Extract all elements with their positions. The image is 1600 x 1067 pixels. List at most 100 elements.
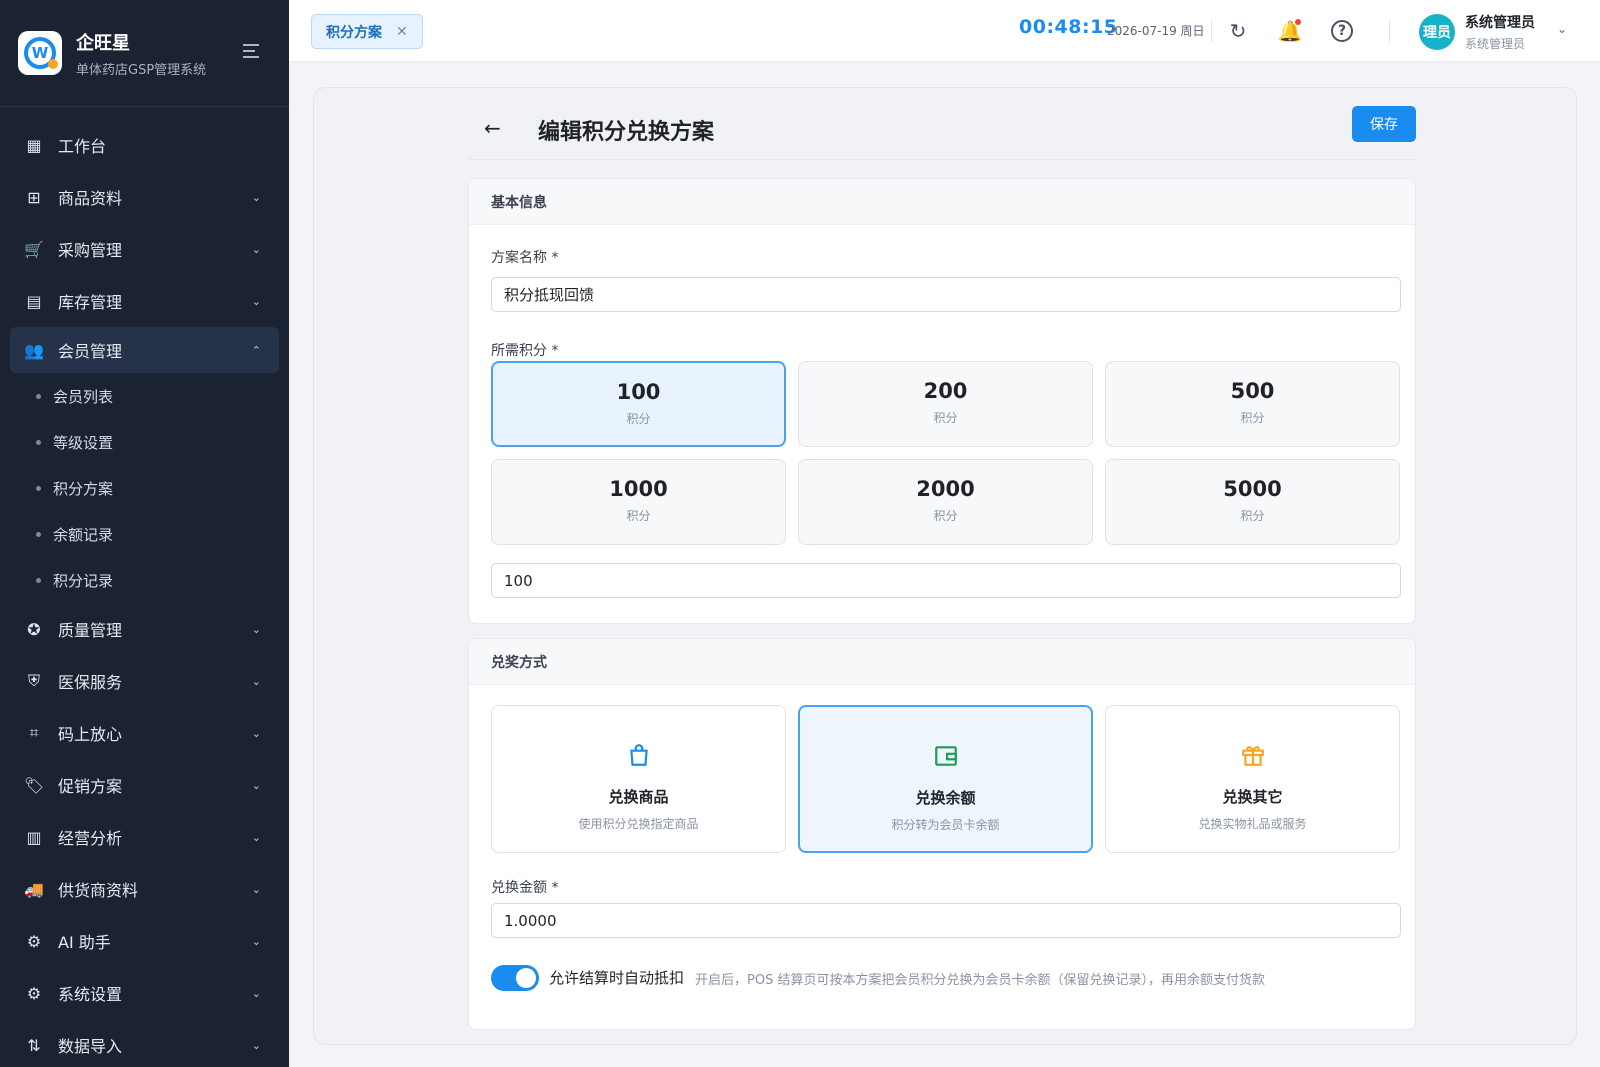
sidebar-subitem-member-list[interactable]: 会员列表 xyxy=(0,373,289,419)
mode-exchange-balance[interactable]: 兑换余额 积分转为会员卡余额 xyxy=(798,705,1093,853)
cart-icon: 🛒 xyxy=(24,239,44,259)
amount-label: 兑换金额 * xyxy=(491,880,559,896)
robot-icon: ⚙ xyxy=(26,931,42,951)
inventory-icon: ▤ xyxy=(26,291,42,311)
page-title: 编辑积分兑换方案 xyxy=(538,120,715,145)
sidebar-item-promotions[interactable]: 🏷 促销方案 ⌄ xyxy=(0,759,289,811)
points-option-value: 1000 xyxy=(609,477,668,501)
sidebar-item-inventory[interactable]: ▤ 库存管理 ⌄ xyxy=(0,275,289,327)
sidebar-item-quality[interactable]: ✪ 质量管理 ⌄ xyxy=(0,603,289,655)
sidebar-item-workbench[interactable]: ▦ 工作台 xyxy=(0,119,289,171)
mode-title: 兑换商品 xyxy=(608,788,669,806)
sidebar-subitem-label: 等级设置 xyxy=(53,433,114,452)
sidebar-subitem-points-records[interactable]: 积分记录 xyxy=(0,557,289,603)
user-name[interactable]: 系统管理员 xyxy=(1465,12,1535,32)
save-button[interactable]: 保存 xyxy=(1352,106,1416,142)
divider xyxy=(1211,20,1212,42)
sidebar-subitem-label: 积分记录 xyxy=(53,571,114,590)
sidebar-subitem-level-settings[interactable]: 等级设置 xyxy=(0,419,289,465)
sidebar-item-purchase[interactable]: 🛒 采购管理 ⌄ xyxy=(0,223,289,275)
chevron-down-icon: ⌄ xyxy=(251,778,261,792)
user-role: 系统管理员 xyxy=(1465,37,1526,51)
points-option-2000[interactable]: 2000 积分 xyxy=(798,459,1093,545)
tab-label: 积分方案 xyxy=(326,24,382,41)
sidebar-item-label: 工作台 xyxy=(58,137,107,156)
basic-info-section: 基本信息 方案名称 * 所需积分 * 100 积分 200 积分 500 积分 … xyxy=(468,178,1416,624)
main-panel: ← 编辑积分兑换方案 保存 基本信息 方案名称 * 所需积分 * 100 积分 … xyxy=(313,87,1577,1045)
settings-icon: ⚙ xyxy=(26,983,42,1003)
points-option-unit: 积分 xyxy=(1240,411,1265,425)
page-header: ← 编辑积分兑换方案 保存 xyxy=(468,106,1416,160)
tab-points-plan[interactable]: 积分方案 ✕ xyxy=(311,14,423,49)
sidebar-item-label: 促销方案 xyxy=(58,777,123,796)
auto-deduct-hint: 开启后，POS 结算页可按本方案把会员积分兑换为会员卡余额（保留兑换记录），再用… xyxy=(695,973,1265,988)
sidebar-item-label: AI 助手 xyxy=(58,933,111,952)
points-input[interactable] xyxy=(491,563,1401,598)
chevron-down-icon: ⌄ xyxy=(251,882,261,896)
chart-icon: ▥ xyxy=(26,827,42,847)
sidebar-item-label: 码上放心 xyxy=(58,725,123,744)
points-option-5000[interactable]: 5000 积分 xyxy=(1105,459,1400,545)
section-title: 基本信息 xyxy=(469,179,1415,225)
chevron-down-icon: ⌄ xyxy=(251,1038,261,1052)
points-option-200[interactable]: 200 积分 xyxy=(798,361,1093,447)
sidebar-item-system-settings[interactable]: ⚙ 系统设置 ⌄ xyxy=(0,967,289,1019)
points-option-100[interactable]: 100 积分 xyxy=(491,361,786,447)
help-icon[interactable]: ? xyxy=(1329,18,1355,44)
auto-deduct-toggle[interactable] xyxy=(491,965,539,991)
chevron-down-icon: ⌄ xyxy=(251,622,261,636)
chevron-down-icon: ⌄ xyxy=(251,726,261,740)
points-option-value: 2000 xyxy=(916,477,975,501)
chevron-down-icon[interactable]: ⌄ xyxy=(1557,22,1567,36)
sidebar-item-ai-assistant[interactable]: ⚙ AI 助手 ⌄ xyxy=(0,915,289,967)
chevron-down-icon: ⌄ xyxy=(251,986,261,1000)
back-arrow-icon[interactable]: ← xyxy=(484,116,501,140)
points-option-value: 200 xyxy=(923,379,968,403)
gift-icon xyxy=(1241,746,1264,766)
points-option-500[interactable]: 500 积分 xyxy=(1105,361,1400,447)
mode-description: 积分转为会员卡余额 xyxy=(891,818,1000,832)
auto-deduct-label: 允许结算时自动抵扣 xyxy=(549,969,685,987)
wallet-icon xyxy=(934,746,957,766)
points-label: 所需积分 * xyxy=(491,343,559,359)
mode-description: 使用积分兑换指定商品 xyxy=(578,817,699,831)
sidebar-item-label: 医保服务 xyxy=(58,673,123,692)
points-option-unit: 积分 xyxy=(933,509,958,523)
sidebar-item-label: 采购管理 xyxy=(58,241,123,260)
sidebar-item-label: 商品资料 xyxy=(58,189,123,208)
sidebar-item-suppliers[interactable]: 🚚 供货商资料 ⌄ xyxy=(0,863,289,915)
sidebar-item-products[interactable]: ⊞ 商品资料 ⌄ xyxy=(0,171,289,223)
sidebar-item-members[interactable]: 👥 会员管理 ⌃ xyxy=(10,327,279,373)
mode-title: 兑换其它 xyxy=(1222,788,1283,806)
refresh-icon[interactable]: ↻ xyxy=(1225,18,1251,44)
sidebar-subitem-points-plan[interactable]: 积分方案 xyxy=(0,465,289,511)
sidebar-item-traceability[interactable]: ⌗ 码上放心 ⌄ xyxy=(0,707,289,759)
amount-input[interactable] xyxy=(491,903,1401,938)
mode-description: 兑换实物礼品或服务 xyxy=(1198,817,1307,831)
mode-exchange-goods[interactable]: 兑换商品 使用积分兑换指定商品 xyxy=(491,705,786,853)
close-icon[interactable]: ✕ xyxy=(396,24,408,40)
sidebar-item-insurance[interactable]: ⛨ 医保服务 ⌄ xyxy=(0,655,289,707)
collapse-menu-icon[interactable] xyxy=(243,44,263,60)
brand-header: W 企旺星 单体药店GSP管理系统 xyxy=(0,0,289,107)
mode-exchange-other[interactable]: 兑换其它 兑换实物礼品或服务 xyxy=(1105,705,1400,853)
members-icon: 👥 xyxy=(24,340,44,360)
sidebar-item-label: 经营分析 xyxy=(58,829,123,848)
shopping-bag-icon xyxy=(629,744,648,766)
plan-name-input[interactable] xyxy=(491,277,1401,312)
import-icon: ⇅ xyxy=(27,1035,41,1055)
bell-icon[interactable]: 🔔 xyxy=(1277,18,1303,44)
points-option-unit: 积分 xyxy=(1240,509,1265,523)
points-option-1000[interactable]: 1000 积分 xyxy=(491,459,786,545)
sidebar-subitem-balance-records[interactable]: 余额记录 xyxy=(0,511,289,557)
divider xyxy=(1389,20,1390,42)
clock-date: 2026-07-19 周日 xyxy=(1107,24,1205,38)
clock-time: 00:48:15 xyxy=(1019,16,1118,38)
sidebar-item-analytics[interactable]: ▥ 经营分析 ⌄ xyxy=(0,811,289,863)
truck-icon: 🚚 xyxy=(24,879,44,899)
section-title: 兑奖方式 xyxy=(469,639,1415,685)
avatar[interactable]: 理员 xyxy=(1419,14,1455,50)
sidebar-subitem-label: 余额记录 xyxy=(53,525,114,544)
sidebar-item-data-import[interactable]: ⇅ 数据导入 ⌄ xyxy=(0,1019,289,1067)
chevron-down-icon: ⌄ xyxy=(251,830,261,844)
